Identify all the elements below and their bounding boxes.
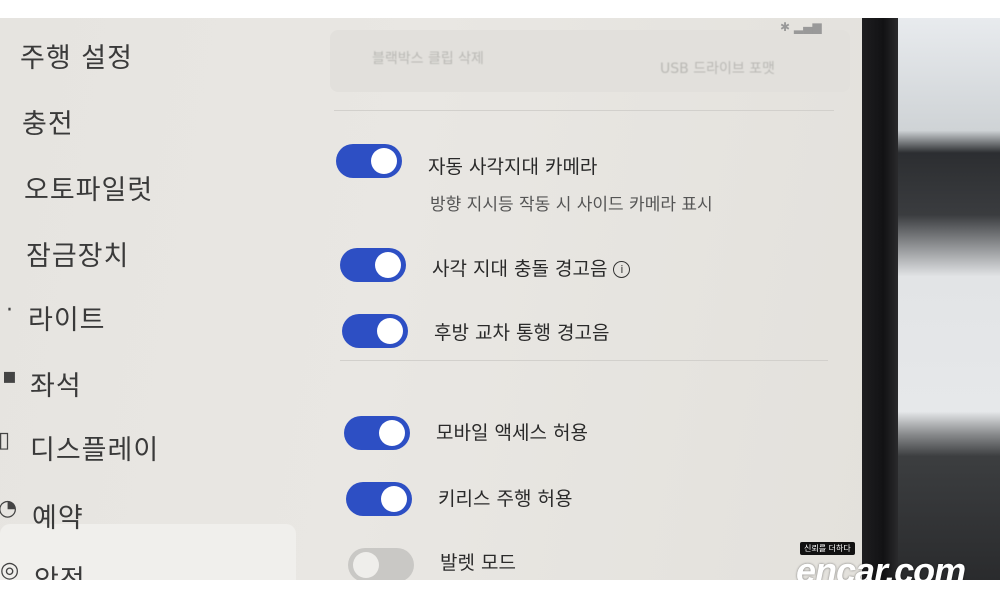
- keyless-driving-toggle[interactable]: [346, 482, 412, 516]
- safety-icon: ◎: [0, 558, 21, 580]
- sidebar: 주행 설정 충전 오토파일럿 잠금장치 · 라이트 ▪ 좌석 ▯ 디스플레이 ◔…: [0, 18, 300, 580]
- sidebar-item-lights[interactable]: · 라이트: [6, 298, 106, 337]
- sidebar-item-label: 디스플레이: [30, 435, 160, 466]
- blind-spot-camera-description: 방향 지시등 작동 시 사이드 카메라 표시: [430, 195, 713, 215]
- sidebar-item-display[interactable]: ▯ 디스플레이: [0, 428, 160, 467]
- seat-icon: ▪: [2, 364, 18, 389]
- sidebar-item-driving[interactable]: 주행 설정: [20, 36, 133, 75]
- display-icon: ▯: [0, 428, 12, 453]
- rear-cross-traffic-toggle[interactable]: [342, 314, 408, 348]
- sidebar-item-label: 주행 설정: [20, 43, 133, 74]
- sidebar-item-locks[interactable]: 잠금장치: [26, 234, 129, 273]
- sidebar-item-label: 안전: [34, 565, 86, 580]
- sidebar-item-label: 충전: [22, 109, 74, 140]
- section-divider: [340, 360, 828, 361]
- keyless-driving-label: 키리스 주행 허용: [438, 488, 573, 510]
- screen-bezel: [862, 18, 898, 580]
- toggle-knob: [379, 420, 405, 446]
- mobile-access-toggle[interactable]: [344, 416, 410, 450]
- schedule-icon: ◔: [0, 496, 19, 521]
- section-divider: [334, 110, 834, 111]
- sidebar-item-autopilot[interactable]: 오토파일럿: [24, 168, 153, 207]
- toggle-knob: [377, 318, 403, 344]
- photo-frame: 블랙박스 클립 삭제 USB 드라이브 포맷 ✱ ▂▄▆ 주행 설정 충전 오토…: [0, 18, 1000, 580]
- valet-mode-label: 발렛 모드: [440, 552, 516, 574]
- info-icon[interactable]: i: [613, 261, 631, 278]
- sidebar-item-label: 예약: [32, 503, 84, 534]
- blind-spot-warning-toggle[interactable]: [340, 248, 406, 282]
- valet-mode-toggle[interactable]: [348, 548, 414, 580]
- sidebar-item-label: 좌석: [30, 371, 82, 402]
- status-icons: ✱ ▂▄▆: [780, 20, 822, 34]
- blind-spot-camera-label: 자동 사각지대 카메라: [428, 156, 598, 178]
- background-interior: [898, 18, 1000, 580]
- sidebar-item-label: 라이트: [28, 305, 106, 336]
- blind-spot-warning-label: 사각 지대 충돌 경고음: [432, 258, 608, 280]
- blind-spot-camera-toggle[interactable]: [336, 144, 402, 178]
- toggle-knob: [375, 252, 401, 278]
- sidebar-item-seats[interactable]: ▪ 좌석: [2, 364, 82, 403]
- rear-cross-traffic-label: 후방 교차 통행 경고음: [434, 322, 610, 344]
- sidebar-item-label: 잠금장치: [26, 241, 130, 272]
- light-icon: ·: [6, 298, 14, 323]
- delete-dashcam-clips-button[interactable]: 블랙박스 클립 삭제: [372, 48, 484, 68]
- blind-spot-warning-label-row: 사각 지대 충돌 경고음 i: [432, 254, 631, 281]
- sidebar-item-schedule[interactable]: ◔ 예약: [0, 496, 84, 535]
- mobile-access-label: 모바일 액세스 허용: [436, 422, 588, 444]
- touchscreen: 블랙박스 클립 삭제 USB 드라이브 포맷 ✱ ▂▄▆ 주행 설정 충전 오토…: [0, 18, 868, 580]
- toggle-knob: [381, 486, 407, 512]
- sidebar-item-label: 오토파일럿: [24, 175, 154, 206]
- encar-logo: encar.com: [796, 550, 966, 580]
- sidebar-item-charging[interactable]: 충전: [22, 102, 74, 141]
- toggle-knob: [353, 552, 379, 578]
- sidebar-item-safety[interactable]: ◎ 안전: [0, 558, 86, 580]
- toggle-knob: [371, 148, 397, 174]
- format-usb-button[interactable]: USB 드라이브 포맷: [660, 58, 775, 78]
